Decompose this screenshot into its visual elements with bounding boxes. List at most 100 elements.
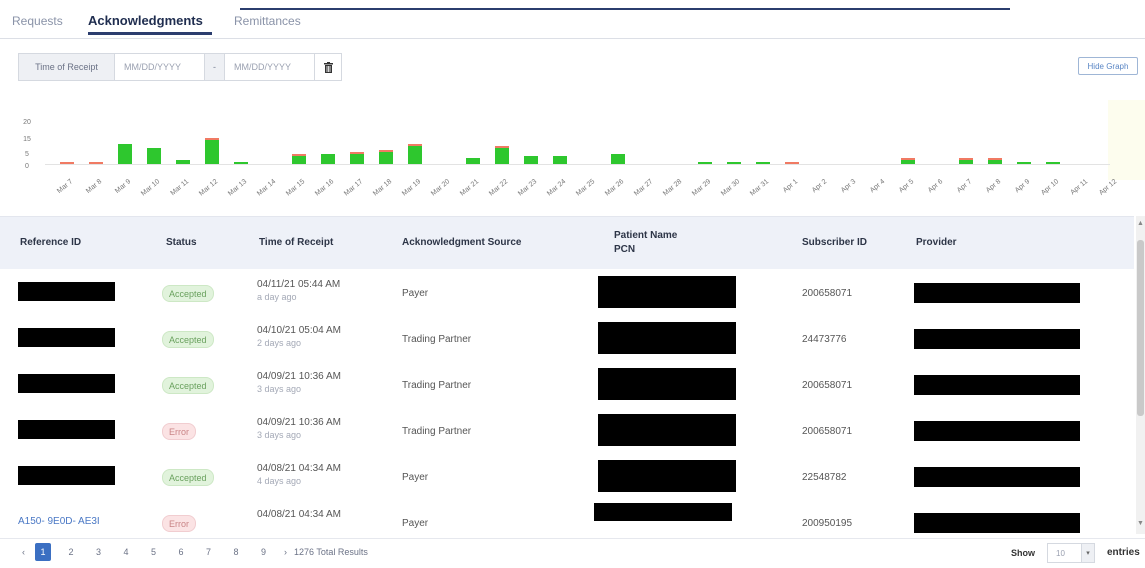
header-subscriber-id[interactable]: Subscriber ID: [802, 237, 867, 248]
receipt-time: 04/10/21 05:04 AM: [257, 325, 341, 336]
page-3-button[interactable]: 3: [96, 547, 101, 557]
page-5-button[interactable]: 5: [151, 547, 156, 557]
bar-accepted[interactable]: [495, 148, 509, 164]
bar-accepted[interactable]: [959, 160, 973, 164]
tab-remittances[interactable]: Remittances: [234, 14, 301, 28]
bar-accepted[interactable]: [988, 160, 1002, 164]
pagination-prev[interactable]: ‹: [22, 547, 25, 557]
y-tick-label: 0: [25, 163, 29, 170]
bar-error[interactable]: [205, 138, 219, 140]
bar-accepted[interactable]: [611, 154, 625, 164]
bar-accepted[interactable]: [118, 144, 132, 164]
time-of-receipt-cell: 04/08/21 04:34 AM: [257, 509, 341, 520]
bar-accepted[interactable]: [1017, 162, 1031, 164]
bar-accepted[interactable]: [408, 146, 422, 164]
x-tick-label: Mar 17: [343, 178, 364, 197]
bar-accepted[interactable]: [466, 158, 480, 164]
bar-accepted[interactable]: [292, 156, 306, 164]
bar-error[interactable]: [89, 162, 103, 164]
page-4-button[interactable]: 4: [124, 547, 129, 557]
header-patient-name[interactable]: Patient Name: [614, 230, 677, 241]
bar-accepted[interactable]: [350, 154, 364, 164]
time-of-receipt-cell: 04/09/21 10:36 AM 3 days ago: [257, 417, 341, 440]
bar-error[interactable]: [959, 158, 973, 160]
header-status[interactable]: Status: [166, 237, 197, 248]
table-header: Reference ID Status Time of Receipt Ackn…: [0, 216, 1134, 269]
acknowledgment-source-cell: Payer: [402, 472, 429, 483]
bar-error[interactable]: [408, 144, 422, 146]
scroll-up-icon[interactable]: ▲: [1137, 220, 1144, 227]
page-1-button[interactable]: 1: [35, 543, 51, 561]
bar-error[interactable]: [901, 158, 915, 160]
bar-error[interactable]: [785, 162, 799, 164]
bar-accepted[interactable]: [524, 156, 538, 164]
subscriber-id-cell: 200658071: [802, 288, 853, 299]
bar-accepted[interactable]: [698, 162, 712, 164]
header-pcn[interactable]: PCN: [614, 244, 635, 255]
bar-accepted[interactable]: [147, 148, 161, 164]
pagination-next[interactable]: ›: [284, 547, 287, 557]
bar-error[interactable]: [350, 152, 364, 154]
acknowledgment-source-cell: Trading Partner: [402, 426, 472, 437]
page-6-button[interactable]: 6: [179, 547, 184, 557]
bar-error[interactable]: [379, 150, 393, 152]
x-tick-label: Mar 18: [372, 178, 393, 197]
tab-requests[interactable]: Requests: [12, 14, 63, 28]
x-tick-label: Apr 6: [927, 178, 944, 194]
date-from-input[interactable]: MM/DD/YYYY: [115, 54, 205, 80]
page-7-button[interactable]: 7: [206, 547, 211, 557]
table-row[interactable]: Accepted 04/11/21 05:44 AM a day ago Payer 2…: [0, 269, 1134, 316]
bar-accepted[interactable]: [727, 162, 741, 164]
header-provider[interactable]: Provider: [916, 237, 957, 248]
table-row[interactable]: A150- 9E0D- AE3I Error 04/08/21 04:34 AM Pa…: [0, 499, 1134, 534]
page-9-button[interactable]: 9: [261, 547, 266, 557]
redacted-patient-name: [598, 276, 736, 308]
bar-accepted[interactable]: [901, 160, 915, 164]
table-row[interactable]: Accepted 04/09/21 10:36 AM 3 days ago Tradi…: [0, 361, 1134, 408]
header-acknowledgment-source[interactable]: Acknowledgment Source: [402, 237, 521, 248]
x-tick-label: Apr 3: [840, 178, 857, 194]
x-tick-label: Mar 22: [488, 178, 509, 197]
scrollbar-thumb[interactable]: [1137, 240, 1144, 416]
tab-acknowledgments[interactable]: Acknowledgments: [88, 13, 203, 28]
redacted-patient-name: [598, 322, 736, 354]
x-tick-label: Mar 12: [198, 178, 219, 197]
date-to-input[interactable]: MM/DD/YYYY: [225, 54, 315, 80]
redacted-provider: [914, 329, 1080, 349]
time-of-receipt-cell: 04/11/21 05:44 AM a day ago: [257, 279, 340, 302]
reference-id-link[interactable]: A150- 9E0D- AE3I: [18, 516, 100, 527]
header-time-of-receipt[interactable]: Time of Receipt: [259, 237, 333, 248]
table-scrollbar[interactable]: ▲ ▼: [1136, 216, 1145, 534]
bar-accepted[interactable]: [176, 160, 190, 164]
page-8-button[interactable]: 8: [234, 547, 239, 557]
x-tick-label: Mar 13: [227, 178, 248, 197]
relative-time: 3 days ago: [257, 384, 302, 394]
header-reference-id[interactable]: Reference ID: [20, 237, 81, 248]
bar-error[interactable]: [988, 158, 1002, 160]
page-2-button[interactable]: 2: [69, 547, 74, 557]
table-row[interactable]: Accepted 04/10/21 05:04 AM 2 days ago Tradi…: [0, 315, 1134, 362]
x-tick-label: Apr 12: [1098, 178, 1118, 197]
bar-accepted[interactable]: [553, 156, 567, 164]
table-row[interactable]: Accepted 04/08/21 04:34 AM 4 days ago Payer…: [0, 453, 1134, 500]
x-tick-label: Mar 29: [691, 178, 712, 197]
bar-error[interactable]: [60, 162, 74, 164]
y-tick-label: 20: [23, 119, 31, 126]
bar-accepted[interactable]: [756, 162, 770, 164]
bar-error[interactable]: [292, 154, 306, 156]
page-size-select[interactable]: 10 ▾: [1047, 543, 1095, 563]
clear-dates-button[interactable]: [315, 54, 341, 80]
scroll-down-icon[interactable]: ▼: [1137, 520, 1144, 527]
redacted-patient-name: [598, 460, 736, 492]
bar-accepted[interactable]: [1046, 162, 1060, 164]
bar-accepted[interactable]: [379, 152, 393, 164]
table-row[interactable]: Error 04/09/21 10:36 AM 3 days ago Trading …: [0, 407, 1134, 454]
bar-accepted[interactable]: [205, 140, 219, 164]
x-tick-label: Mar 9: [114, 178, 132, 195]
bar-accepted[interactable]: [321, 154, 335, 164]
x-tick-label: Mar 21: [459, 178, 480, 197]
bar-accepted[interactable]: [234, 162, 248, 164]
hide-graph-button[interactable]: Hide Graph: [1078, 57, 1138, 75]
bar-error[interactable]: [495, 146, 509, 148]
time-of-receipt-cell: 04/08/21 04:34 AM 4 days ago: [257, 463, 341, 486]
